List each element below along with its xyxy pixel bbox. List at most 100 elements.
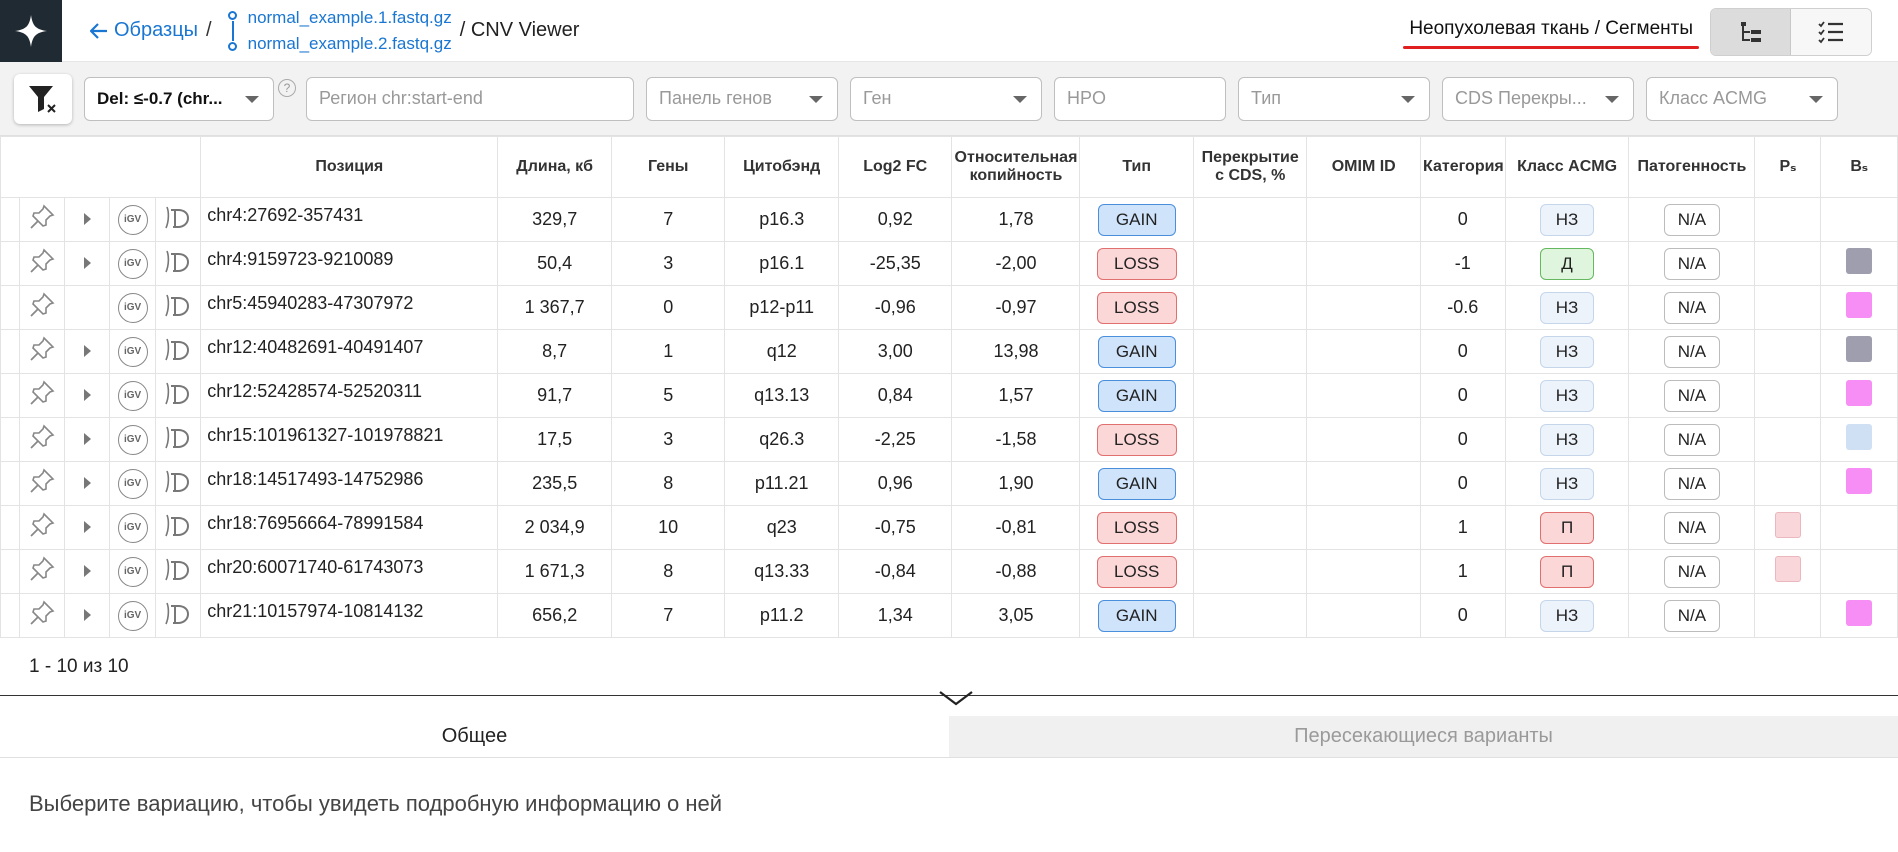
expand-arrow-icon[interactable] (83, 477, 91, 489)
igv-button[interactable]: iGV (109, 593, 156, 638)
decipher-button[interactable] (154, 329, 202, 374)
table-row[interactable]: iGV chr15:101961327-101978821 17,5 3 q26.3 -2… (0, 417, 1898, 462)
tab-general[interactable]: Общее (0, 716, 949, 757)
expand-cell[interactable] (63, 329, 111, 374)
expand-arrow-icon[interactable] (83, 389, 91, 401)
col-header-cytoband[interactable]: Цитобэнд (724, 136, 839, 198)
col-header-category[interactable]: Категория (1420, 136, 1506, 198)
pathogenicity-badge[interactable]: N/A (1663, 291, 1720, 324)
igv-button[interactable]: iGV (109, 461, 156, 506)
col-header-acmg[interactable]: Класс ACMG (1504, 136, 1630, 198)
tree-view-button[interactable] (1711, 9, 1791, 55)
pathogenicity-badge[interactable]: N/A (1663, 555, 1720, 588)
decipher-button[interactable] (154, 241, 202, 286)
decipher-button[interactable] (154, 461, 202, 506)
expand-cell[interactable] (63, 373, 111, 418)
pathogenicity-badge[interactable]: N/A (1663, 423, 1720, 456)
col-header-genes[interactable]: Гены (610, 136, 726, 198)
pin-button[interactable] (18, 417, 65, 462)
pin-button[interactable] (18, 373, 65, 418)
acmg-badge[interactable]: НЗ (1540, 599, 1595, 632)
expand-arrow-icon[interactable] (83, 565, 91, 577)
gene-select[interactable]: Ген (850, 76, 1042, 121)
pathogenicity-badge[interactable]: N/A (1663, 247, 1720, 280)
acmg-badge[interactable]: НЗ (1540, 291, 1595, 324)
pathogenicity-badge[interactable]: N/A (1663, 599, 1720, 632)
expand-arrow-icon[interactable] (83, 521, 91, 533)
igv-button[interactable]: iGV (109, 241, 156, 286)
mode-title[interactable]: Неопухолевая ткань / Сегменты (1403, 18, 1699, 49)
col-header-position[interactable]: Позиция (200, 136, 499, 198)
table-row[interactable]: iGV chr20:60071740-61743073 1 671,3 8 q13.33… (0, 549, 1898, 594)
expand-arrow-icon[interactable] (83, 213, 91, 225)
decipher-button[interactable] (154, 197, 202, 242)
region-input[interactable]: Регион chr:start-end (306, 76, 634, 121)
pathogenicity-badge[interactable]: N/A (1663, 203, 1720, 236)
file-link-2[interactable]: normal_example.2.fastq.gz (248, 34, 452, 54)
clear-filters-button[interactable] (14, 73, 72, 124)
expand-cell[interactable] (63, 241, 111, 286)
igv-button[interactable]: iGV (109, 549, 156, 594)
table-row[interactable]: iGV chr12:52428574-52520311 91,7 5 q13.13 0,8… (0, 373, 1898, 418)
acmg-badge[interactable]: НЗ (1540, 423, 1595, 456)
acmg-badge[interactable]: НЗ (1540, 467, 1595, 500)
type-select[interactable]: Тип (1238, 76, 1430, 121)
table-row[interactable]: iGV chr12:40482691-40491407 8,7 1 q12 3,00 13,… (0, 329, 1898, 374)
table-row[interactable]: iGV chr18:76956664-78991584 2 034,9 10 q23 -0… (0, 505, 1898, 550)
col-header-length[interactable]: Длина, кб (497, 136, 612, 198)
igv-button[interactable]: iGV (109, 505, 156, 550)
pin-button[interactable] (18, 241, 65, 286)
acmg-badge[interactable]: НЗ (1540, 335, 1595, 368)
cds-overlap-select[interactable]: CDS Перекры... (1442, 76, 1634, 121)
tab-overlapping-variants[interactable]: Пересекающиеся варианты (949, 716, 1898, 757)
acmg-badge[interactable]: НЗ (1540, 203, 1595, 236)
expand-cell[interactable] (63, 505, 111, 550)
col-header-cds-overlap[interactable]: Перекрытие с CDS, % (1192, 136, 1308, 198)
expand-arrow-icon[interactable] (83, 257, 91, 269)
gene-panel-select[interactable]: Панель генов (646, 76, 838, 121)
help-icon[interactable]: ? (278, 78, 296, 97)
pathogenicity-badge[interactable]: N/A (1663, 335, 1720, 368)
table-row[interactable]: iGV chr4:9159723-9210089 50,4 3 p16.1 -25,35-… (0, 241, 1898, 286)
col-header-omim[interactable]: OMIM ID (1306, 136, 1421, 198)
pin-button[interactable] (18, 505, 65, 550)
table-row[interactable]: iGV chr18:14517493-14752986 235,5 8 p11.21 0,… (0, 461, 1898, 506)
pin-button[interactable] (18, 593, 65, 638)
igv-button[interactable]: iGV (109, 197, 156, 242)
expand-cell[interactable] (63, 417, 111, 462)
list-view-button[interactable] (1791, 9, 1871, 55)
igv-button[interactable]: iGV (109, 373, 156, 418)
table-row[interactable]: iGV chr21:10157974-10814132 656,2 7 p11.2 1,3… (0, 593, 1898, 638)
table-row[interactable]: iGV chr4:27692-357431 329,7 7 p16.3 0,92 1,78 G… (0, 197, 1898, 242)
igv-button[interactable]: iGV (109, 285, 156, 330)
col-header-log2fc[interactable]: Log2 FC (837, 136, 953, 198)
decipher-button[interactable] (154, 373, 202, 418)
table-row[interactable]: iGV chr5:45940283-47307972 1 367,7 0 p12-p11… (0, 285, 1898, 330)
col-header-type[interactable]: Тип (1079, 136, 1194, 198)
decipher-button[interactable] (154, 593, 202, 638)
pin-button[interactable] (18, 285, 65, 330)
pin-button[interactable] (18, 197, 65, 242)
acmg-badge[interactable]: П (1540, 555, 1595, 588)
expand-arrow-icon[interactable] (83, 609, 91, 621)
acmg-badge[interactable]: П (1540, 511, 1595, 544)
expand-cell[interactable] (63, 461, 111, 506)
col-header-relative-copy[interactable]: Относительная копийность (951, 136, 1081, 198)
acmg-badge[interactable]: Д (1540, 247, 1595, 280)
pathogenicity-badge[interactable]: N/A (1663, 467, 1720, 500)
expand-cell[interactable] (63, 197, 111, 242)
decipher-button[interactable] (154, 505, 202, 550)
hpo-input[interactable]: HPO (1054, 76, 1226, 121)
acmg-class-select[interactable]: Класс ACMG (1646, 76, 1838, 121)
igv-button[interactable]: iGV (109, 329, 156, 374)
pin-button[interactable] (18, 329, 65, 374)
decipher-button[interactable] (154, 417, 202, 462)
decipher-button[interactable] (154, 285, 202, 330)
expand-cell[interactable] (63, 593, 111, 638)
file-link-1[interactable]: normal_example.1.fastq.gz (248, 8, 452, 28)
pathogenicity-badge[interactable]: N/A (1663, 379, 1720, 412)
pin-button[interactable] (18, 549, 65, 594)
pathogenicity-badge[interactable]: N/A (1663, 511, 1720, 544)
expand-cell[interactable] (63, 549, 111, 594)
pin-button[interactable] (18, 461, 65, 506)
